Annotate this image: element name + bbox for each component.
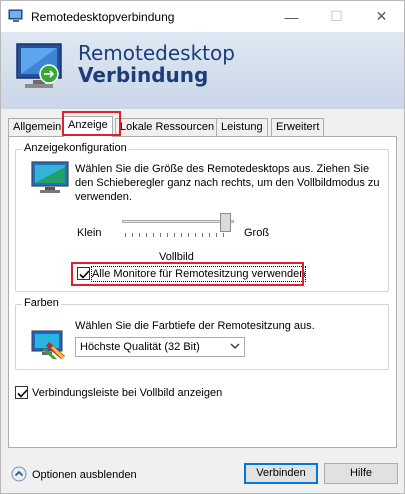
chevron-down-icon: [230, 343, 240, 349]
colors-description: Wählen Sie die Farbtiefe der Remotesitzu…: [75, 320, 315, 332]
remote-desktop-app-icon: [8, 9, 23, 22]
header-title-line2: Verbindung: [78, 63, 209, 87]
display-config-label: Anzeigekonfiguration: [22, 142, 129, 154]
remote-desktop-logo-icon: [16, 43, 62, 88]
highlight-all-monitors: [71, 262, 304, 286]
maximize-button[interactable]: ☐: [314, 1, 359, 32]
slider-ticks: [125, 233, 229, 237]
connection-bar-checkbox[interactable]: [15, 386, 28, 399]
checkmark-icon: [17, 389, 28, 398]
close-button[interactable]: ✕: [359, 1, 404, 32]
connect-button[interactable]: Verbinden: [244, 463, 318, 484]
tab-lokale-ressourcen[interactable]: Lokale Ressourcen: [115, 118, 220, 136]
color-depth-selected-value: Höchste Qualität (32 Bit): [80, 341, 200, 353]
color-depth-select[interactable]: Höchste Qualität (32 Bit): [75, 337, 245, 357]
colors-group-label: Farben: [22, 297, 61, 309]
slider-min-label: Klein: [77, 227, 102, 239]
remote-desktop-window: Remotedesktopverbindung — ☐ ✕ Remotedesk…: [0, 0, 405, 494]
highlight-tab-anzeige: [62, 111, 121, 136]
connection-bar-label[interactable]: Verbindungsleiste bei Vollbild anzeigen: [32, 386, 222, 400]
color-palette-icon: [31, 330, 65, 359]
display-size-slider-track[interactable]: [122, 220, 234, 223]
minimize-icon: —: [284, 8, 299, 25]
tab-erweitert[interactable]: Erweitert: [271, 118, 325, 136]
options-toggle-link[interactable]: Optionen ausblenden: [32, 468, 137, 482]
display-size-slider-thumb[interactable]: [220, 213, 231, 232]
minimize-button[interactable]: —: [269, 1, 314, 32]
close-icon: ✕: [375, 8, 388, 24]
maximize-icon: ☐: [330, 8, 343, 24]
window-title: Remotedesktopverbindung: [31, 10, 175, 24]
tab-allgemein[interactable]: Allgemein: [8, 118, 67, 136]
header-title-line1: Remotedesktop: [78, 41, 235, 65]
tab-leistung[interactable]: Leistung: [216, 118, 268, 136]
title-bar: Remotedesktopverbindung — ☐ ✕: [1, 1, 404, 32]
help-button[interactable]: Hilfe: [324, 463, 398, 484]
header-banner: Remotedesktop Verbindung: [1, 32, 404, 109]
collapse-options-icon[interactable]: [11, 466, 27, 482]
slider-max-label: Groß: [244, 227, 270, 239]
monitor-icon: [31, 161, 69, 193]
display-config-description: Wählen Sie die Größe des Remotedesktops …: [75, 163, 380, 203]
